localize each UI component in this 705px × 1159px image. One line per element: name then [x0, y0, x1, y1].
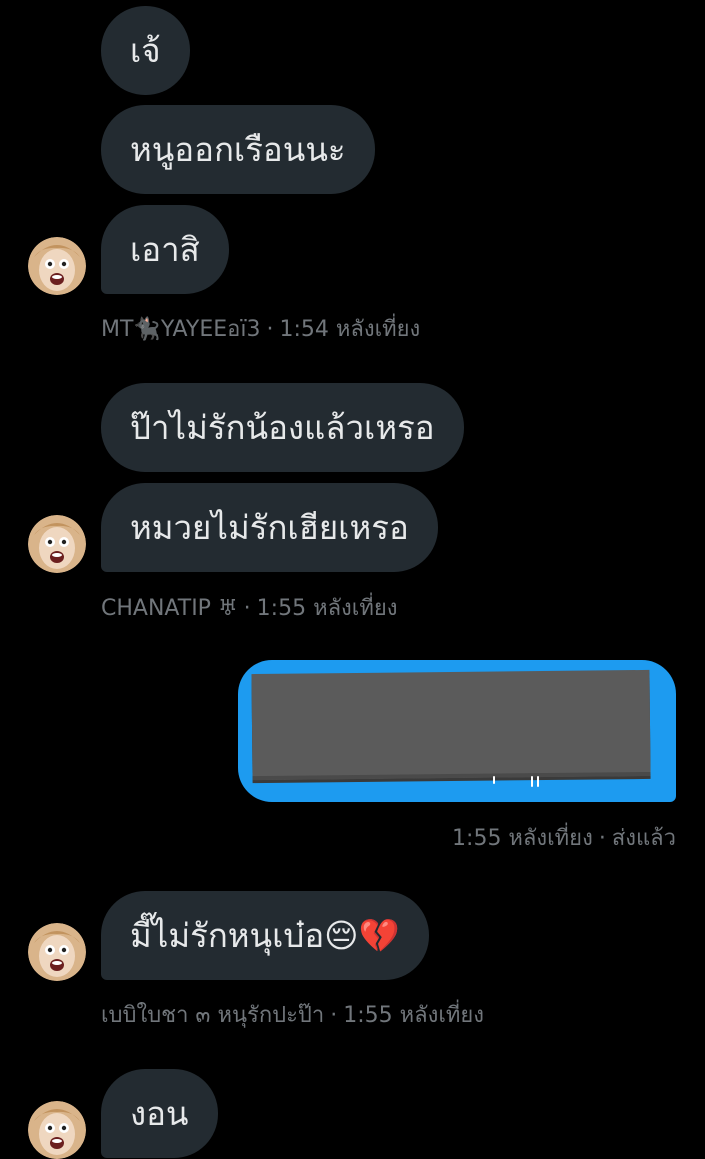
sender-avatar[interactable] [28, 515, 86, 573]
message-bubble[interactable]: หนูออกเรือนนะ [101, 105, 375, 194]
message-meta: เบบิใบชา ๓ หนุรักปะป๊า · 1:55 หลังเที่ยง [101, 1003, 485, 1028]
message-text: หนูออกเรือนนะ [130, 130, 346, 169]
message-text: ป๊าไม่รักน้องแล้วเหรอ [130, 408, 435, 447]
message-bubble[interactable]: เจ้ [101, 6, 190, 95]
message-text: เอาสิ [130, 230, 200, 269]
message-text: มี๊ไม่รักหนุเบ๋อ😔💔 [130, 916, 400, 955]
sender-avatar[interactable] [28, 1101, 86, 1159]
message-bubble[interactable]: มี๊ไม่รักหนุเบ๋อ😔💔 [101, 891, 429, 980]
message-bubble[interactable]: งอน [101, 1069, 218, 1158]
message-text: งอน [130, 1094, 189, 1133]
sent-message-bubble[interactable] [238, 660, 676, 802]
sender-name[interactable]: MT🐈‍⬛YAYEEอï3 [101, 317, 260, 342]
timestamp: 1:55 หลังเที่ยง [452, 826, 593, 851]
sender-avatar[interactable] [28, 923, 86, 981]
message-meta: CHANATIP ♅ · 1:55 หลังเที่ยง [101, 596, 398, 621]
timestamp: 1:55 หลังเที่ยง [343, 1003, 485, 1028]
message-text: หมวยไม่รักเฮียเหรอ [130, 508, 409, 547]
message-bubble[interactable]: เอาสิ [101, 205, 229, 294]
avatar-face-icon [28, 923, 86, 981]
avatar-face-icon [28, 515, 86, 573]
sender-name[interactable]: เบบิใบชา ๓ หนุรักปะป๊า [101, 1003, 324, 1028]
timestamp: 1:54 หลังเที่ยง [279, 317, 421, 342]
avatar-face-icon [28, 237, 86, 295]
delivery-status: ส่งแล้ว [611, 826, 676, 851]
message-bubble[interactable]: หมวยไม่รักเฮียเหรอ [101, 483, 438, 572]
sent-text-fragment [483, 776, 543, 796]
avatar-face-icon [28, 1101, 86, 1159]
sender-avatar[interactable] [28, 237, 86, 295]
message-bubble[interactable]: ป๊าไม่รักน้องแล้วเหรอ [101, 383, 464, 472]
redaction-box [251, 669, 651, 781]
message-text: เจ้ [130, 31, 161, 70]
message-meta: MT🐈‍⬛YAYEEอï3 · 1:54 หลังเที่ยง [101, 317, 421, 342]
sender-name[interactable]: CHANATIP ♅ [101, 596, 238, 621]
sent-meta: 1:55 หลังเที่ยง · ส่งแล้ว [452, 826, 676, 851]
timestamp: 1:55 หลังเที่ยง [256, 596, 398, 621]
